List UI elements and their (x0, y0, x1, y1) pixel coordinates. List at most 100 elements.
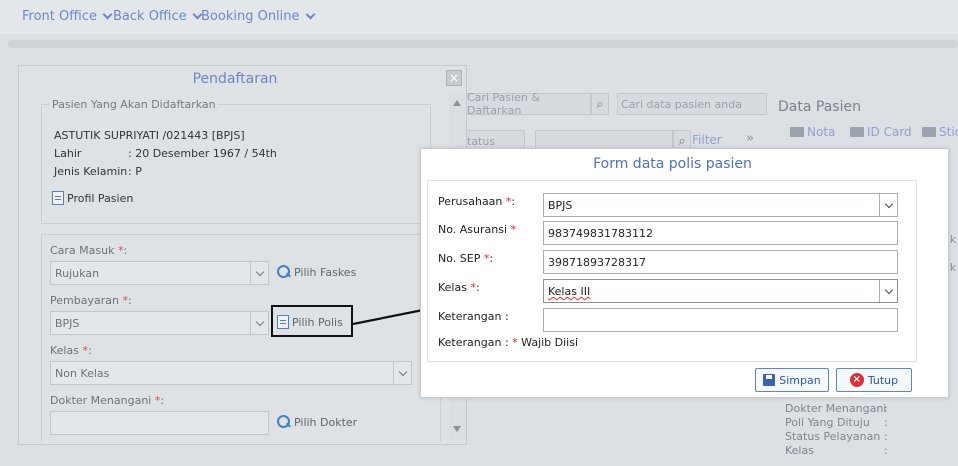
chevron-down-icon[interactable] (250, 312, 268, 334)
nav-back-office[interactable]: Back Office (113, 9, 203, 24)
jk-value: : P (128, 165, 142, 178)
cara-masuk-label: Cara Masuk *: (50, 244, 127, 257)
label-colon: : (475, 281, 480, 294)
cara-masuk-select[interactable]: Rujukan (50, 261, 269, 285)
search-icon[interactable]: ⌕ (591, 93, 609, 115)
tab-id-card[interactable]: ID Card (850, 125, 912, 139)
cara-masuk-value: Rujukan (55, 267, 100, 280)
tutup-button[interactable]: × Tutup (836, 368, 912, 392)
search-patient-data-input[interactable]: Cari data pasien anda (617, 93, 767, 115)
pilih-faskes-label: Pilih Faskes (294, 265, 357, 279)
more-label: » (746, 131, 754, 146)
toolbar-strip (8, 40, 958, 48)
search-patient-register-input[interactable]: Cari Pasien & Daftarkan (463, 91, 591, 117)
scroll-up-icon[interactable] (453, 100, 461, 106)
required-note-prefix: Keterangan : (438, 336, 513, 349)
sep-text: No. SEP (438, 252, 484, 265)
tab-id-card-label: ID Card (867, 125, 912, 139)
pilih-polis-highlight (271, 305, 353, 337)
perusahaan-select[interactable]: BPJS (543, 193, 898, 217)
search-icon (277, 415, 291, 429)
tab-sticker[interactable]: Stic (922, 125, 958, 139)
nav-booking-online-label: Booking Online (201, 9, 300, 24)
kelas-value: Non Kelas (55, 367, 110, 380)
kelas-text: Kelas (50, 344, 83, 357)
status-select-label: tatus (467, 134, 496, 148)
chevron-down-icon[interactable] (879, 194, 897, 216)
label-colon: : (127, 294, 132, 307)
tab-nota[interactable]: Nota (790, 125, 835, 139)
info-label: Status Pelayanan (785, 430, 881, 443)
label-colon: : (87, 344, 92, 357)
required-note: Keterangan : * Wajib Diisi (438, 336, 578, 349)
search-icon (277, 265, 291, 279)
search-patient-register-placeholder: Cari Pasien & Daftarkan (467, 91, 540, 117)
chevron-down-icon (305, 9, 315, 20)
sticker-icon (922, 127, 936, 137)
perusahaan-text: Perusahaan (438, 195, 506, 208)
nav-front-office[interactable]: Front Office (22, 9, 113, 24)
sep-label: No. SEP *: (438, 252, 493, 265)
info-colon: : (884, 444, 888, 457)
chevron-down-icon[interactable] (250, 262, 268, 284)
pilih-dokter-link[interactable]: Pilih Dokter (277, 415, 357, 429)
print-icon (790, 127, 804, 137)
kelas-polis-text: Kelas (438, 281, 471, 294)
kelas-select[interactable]: Non Kelas (50, 361, 412, 385)
tab-nota-label: Nota (807, 125, 836, 139)
no-sep-input[interactable]: 39871893728317 (543, 250, 898, 274)
keterangan-input[interactable] (543, 308, 898, 332)
pilih-dokter-label: Pilih Dokter (294, 415, 358, 429)
perusahaan-value: BPJS (548, 199, 573, 212)
nav-booking-online[interactable]: Booking Online (201, 9, 315, 24)
pendaftaran-title: Pendaftaran (192, 71, 278, 87)
kelas-label: Kelas *: (50, 344, 92, 357)
dokter-text: Dokter Menangani (50, 394, 155, 407)
close-icon[interactable]: × (446, 70, 462, 86)
patient-legend: Pasien Yang Akan Didaftarkan (50, 98, 218, 111)
kelas-polis-label: Kelas *: (438, 281, 480, 294)
profil-pasien-label: Profil Pasien (67, 191, 134, 205)
tab-sticker-label: Stic (939, 125, 958, 139)
profil-pasien-link[interactable]: Profil Pasien (52, 191, 133, 205)
dokter-input[interactable] (50, 411, 269, 435)
required-marker: * (510, 223, 517, 236)
label-colon: : (160, 394, 165, 407)
filter-label: Filter (692, 133, 722, 147)
registration-fieldset: Cara Masuk *: Rujukan Pilih Faskes Pemba… (41, 234, 441, 442)
pendaftaran-dialog: Pendaftaran × Pasien Yang Akan Didaftark… (18, 65, 467, 445)
info-colon: : (884, 402, 888, 415)
info-label: Dokter Menangani (785, 402, 887, 415)
id-card-icon (850, 127, 864, 137)
patient-name: ASTUTIK SUPRIYATI /021443 [BPJS] (54, 129, 245, 142)
edit-document-icon (52, 191, 64, 205)
pembayaran-value: BPJS (55, 317, 80, 330)
nav-back-office-label: Back Office (113, 9, 187, 24)
keterangan-label: Keterangan : (438, 310, 509, 323)
dokter-label: Dokter Menangani *: (50, 394, 164, 407)
info-colon: : (884, 430, 888, 443)
filter-button[interactable]: Filter (692, 133, 722, 147)
chevron-down-icon[interactable] (879, 280, 897, 302)
kelas-polis-select[interactable]: Kelas III (543, 279, 898, 303)
close-circle-icon: × (849, 373, 864, 387)
simpan-button[interactable]: Simpan (755, 368, 829, 392)
lahir-label: Lahir (54, 147, 82, 160)
save-icon (763, 374, 776, 386)
simpan-label: Simpan (779, 373, 821, 387)
tutup-label: Tutup (867, 373, 899, 387)
no-asuransi-input[interactable]: 983749831783112 (543, 221, 898, 245)
close-glyph: × (448, 71, 460, 85)
pembayaran-select[interactable]: BPJS (50, 311, 269, 335)
pembayaran-text: Pembayaran (50, 294, 123, 307)
label-colon: : (123, 244, 128, 257)
nav-front-office-label: Front Office (22, 9, 97, 24)
jk-label: Jenis Kelamin (54, 165, 128, 178)
info-colon: : (884, 416, 888, 429)
more-icon[interactable]: » (746, 131, 754, 146)
polis-form-dialog: Form data polis pasien Perusahaan *: BPJ… (420, 148, 949, 398)
kelas-polis-value: Kelas III (548, 285, 591, 298)
chevron-down-icon[interactable] (393, 362, 411, 384)
pilih-faskes-link[interactable]: Pilih Faskes (277, 265, 356, 279)
scroll-down-icon[interactable] (453, 426, 461, 432)
